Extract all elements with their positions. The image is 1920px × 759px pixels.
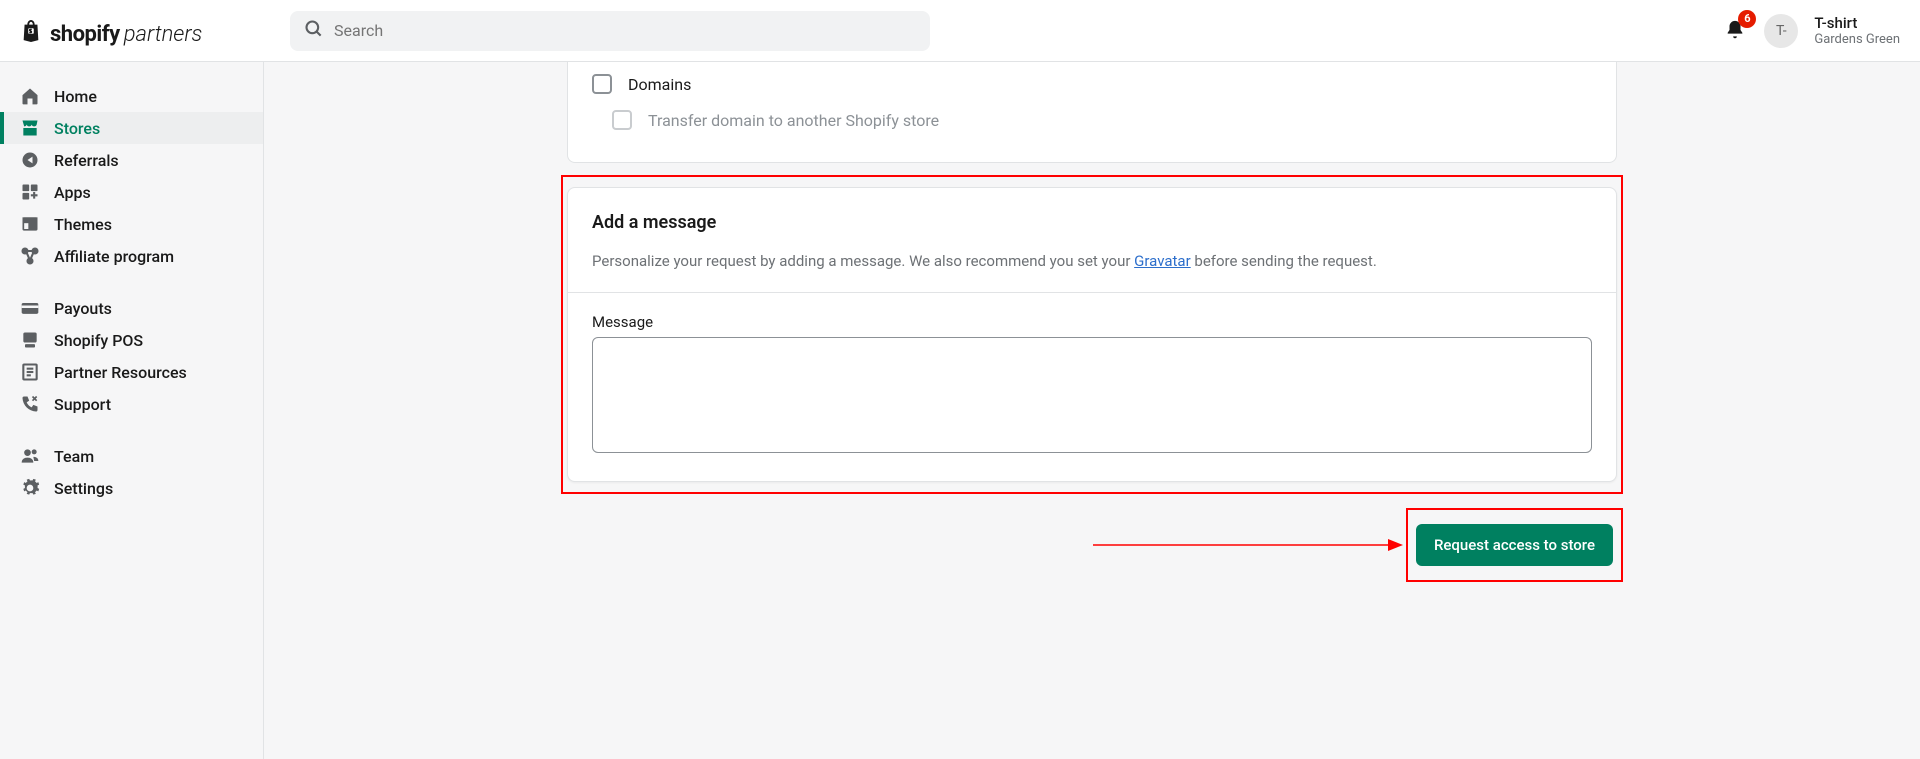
apps-icon (20, 182, 40, 202)
sidebar-item-pos[interactable]: Shopify POS (0, 324, 263, 356)
sidebar-item-label: Themes (54, 215, 112, 234)
sidebar-item-resources[interactable]: Partner Resources (0, 356, 263, 388)
sidebar-item-team[interactable]: Team (0, 440, 263, 472)
sidebar-item-stores[interactable]: Stores (0, 112, 263, 144)
logo-text-partners: partners (124, 22, 203, 47)
sidebar-item-label: Team (54, 447, 94, 466)
search-icon (304, 19, 324, 43)
home-icon (20, 86, 40, 106)
themes-icon (20, 214, 40, 234)
notifications-button[interactable]: 6 (1724, 18, 1748, 44)
logo-wrap: shopify partners (20, 15, 290, 47)
sidebar-item-home[interactable]: Home (0, 80, 263, 112)
sidebar-item-apps[interactable]: Apps (0, 176, 263, 208)
action-row: Request access to store (561, 502, 1623, 588)
sidebar-item-themes[interactable]: Themes (0, 208, 263, 240)
sidebar-item-payouts[interactable]: Payouts (0, 292, 263, 324)
annotation-highlight-message: Add a message Personalize your request b… (561, 175, 1623, 494)
checkbox-row-domains: Domains (592, 66, 1592, 102)
avatar[interactable]: T- (1764, 14, 1798, 48)
sidebar-item-referrals[interactable]: Referrals (0, 144, 263, 176)
message-textarea[interactable] (592, 337, 1592, 453)
sidebar-item-label: Support (54, 395, 111, 414)
logo-text-shopify: shopify (50, 22, 120, 47)
stores-icon (20, 118, 40, 138)
sidebar-item-label: Settings (54, 479, 113, 498)
annotation-highlight-button: Request access to store (1406, 508, 1623, 582)
bell-icon (1724, 27, 1746, 46)
main-content: Domains Transfer domain to another Shopi… (264, 62, 1920, 759)
search-wrap[interactable] (290, 11, 930, 51)
sidebar-item-label: Partner Resources (54, 363, 187, 382)
sidebar: Home Stores Referrals Apps Themes Affili… (0, 62, 264, 759)
message-card: Add a message Personalize your request b… (567, 187, 1617, 482)
shopify-partners-logo[interactable]: shopify partners (20, 15, 202, 47)
resources-icon (20, 362, 40, 382)
message-card-header: Add a message Personalize your request b… (568, 188, 1616, 292)
support-icon (20, 394, 40, 414)
message-card-description: Personalize your request by adding a mes… (592, 251, 1592, 272)
pos-icon (20, 330, 40, 350)
message-card-title: Add a message (592, 212, 1592, 233)
request-access-button[interactable]: Request access to store (1416, 524, 1613, 566)
sidebar-item-label: Payouts (54, 299, 112, 318)
sidebar-item-support[interactable]: Support (0, 388, 263, 420)
referrals-icon (20, 150, 40, 170)
annotation-arrow (1093, 535, 1403, 555)
gravatar-link[interactable]: Gravatar (1134, 252, 1191, 270)
sidebar-item-settings[interactable]: Settings (0, 472, 263, 504)
payouts-icon (20, 298, 40, 318)
shopify-bag-icon (20, 18, 42, 44)
user-subtitle: Gardens Green (1814, 32, 1900, 48)
affiliate-icon (20, 246, 40, 266)
sidebar-item-affiliate[interactable]: Affiliate program (0, 240, 263, 272)
sidebar-item-label: Affiliate program (54, 247, 174, 266)
sidebar-item-label: Home (54, 87, 97, 106)
permissions-card: Domains Transfer domain to another Shopi… (567, 62, 1617, 163)
message-card-body: Message (568, 292, 1616, 481)
user-name: T-shirt (1814, 14, 1900, 32)
checkbox-label: Domains (628, 75, 691, 94)
user-menu[interactable]: T-shirt Gardens Green (1814, 14, 1900, 48)
team-icon (20, 446, 40, 466)
checkbox-transfer-domain[interactable] (612, 110, 632, 130)
checkbox-label: Transfer domain to another Shopify store (648, 111, 939, 130)
layout: Home Stores Referrals Apps Themes Affili… (0, 62, 1920, 759)
gear-icon (20, 478, 40, 498)
top-bar: shopify partners 6 T- T-shirt Gardens Gr… (0, 0, 1920, 62)
checkbox-row-transfer: Transfer domain to another Shopify store (592, 102, 1592, 138)
search-input[interactable] (334, 21, 916, 40)
sidebar-item-label: Shopify POS (54, 331, 143, 350)
desc-prefix: Personalize your request by adding a mes… (592, 252, 1134, 270)
notification-count-badge: 6 (1738, 10, 1756, 28)
top-right: 6 T- T-shirt Gardens Green (1724, 14, 1900, 48)
desc-suffix: before sending the request. (1191, 252, 1377, 270)
sidebar-item-label: Stores (54, 119, 100, 138)
checkbox-domains[interactable] (592, 74, 612, 94)
sidebar-item-label: Apps (54, 183, 91, 202)
message-field-label: Message (592, 313, 1592, 331)
sidebar-item-label: Referrals (54, 151, 119, 170)
